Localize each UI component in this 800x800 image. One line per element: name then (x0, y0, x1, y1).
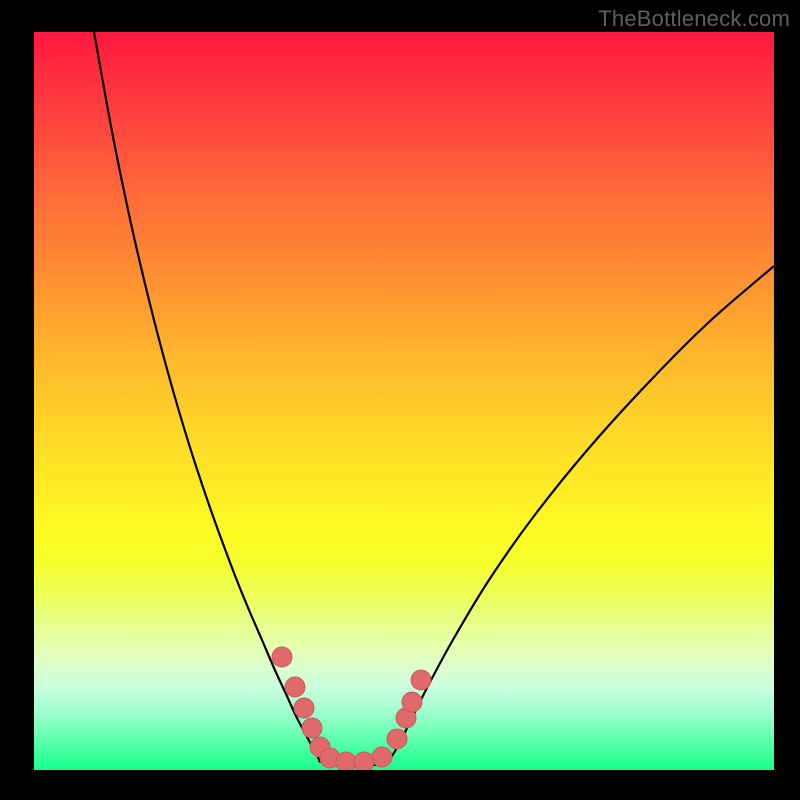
marker-dot (294, 698, 314, 718)
marker-dot (411, 670, 431, 690)
marker-dot (336, 752, 356, 770)
bottleneck-curve (34, 32, 774, 770)
chart-frame: TheBottleneck.com (0, 0, 800, 800)
plot-area (34, 32, 774, 770)
marker-group (272, 647, 431, 770)
watermark-text: TheBottleneck.com (598, 6, 790, 32)
marker-dot (285, 677, 305, 697)
marker-dot (354, 752, 374, 770)
marker-dot (272, 647, 292, 667)
curve-path (94, 32, 774, 767)
marker-dot (372, 747, 392, 767)
marker-dot (387, 729, 407, 749)
marker-dot (302, 718, 322, 738)
marker-dot (402, 692, 422, 712)
